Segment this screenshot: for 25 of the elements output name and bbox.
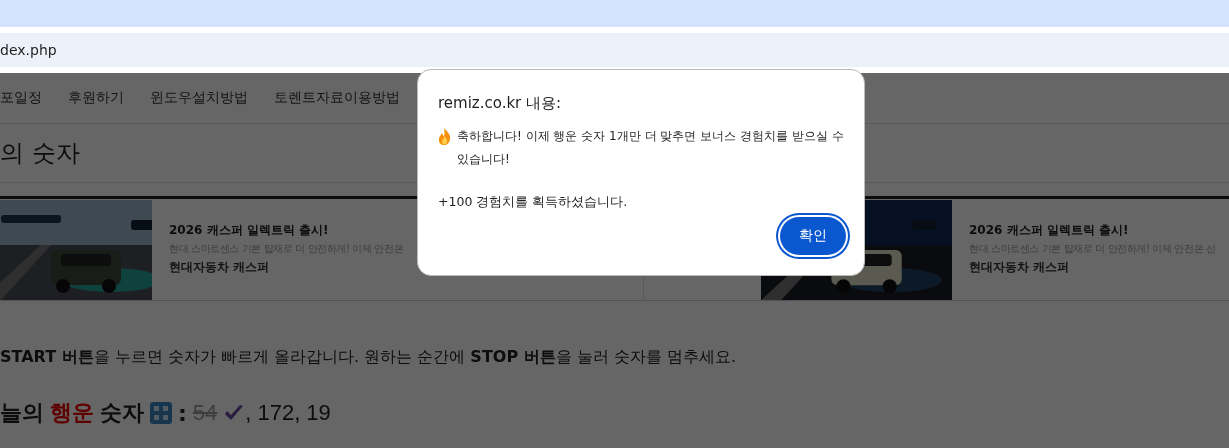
nav-link[interactable]: 후원하기	[68, 89, 124, 107]
nav-link[interactable]: 윈도우설치방법	[150, 89, 248, 107]
check-icon	[223, 404, 246, 422]
instruction-text: START 버튼을 누르면 숫자가 빠르게 올라갑니다. 원하는 순간에 STOP 버튼을 눌러 숫자를 멈추세요.	[0, 347, 738, 368]
lucky-number: 19	[306, 400, 331, 426]
nav-link[interactable]: 포일정	[0, 89, 42, 107]
lucky-number: 172	[257, 400, 295, 426]
dialog-message: +100 경험치를 획득하셨습니다.	[438, 194, 629, 211]
separator: ,	[245, 400, 252, 426]
ad-title[interactable]: 2026 캐스퍼 일렉트릭 출시!	[969, 222, 1216, 239]
lucky-label: 늘의	[0, 399, 44, 427]
fire-icon	[438, 128, 451, 145]
ad-brand: 현대자동차 캐스퍼	[169, 259, 271, 276]
separator: ,	[294, 400, 301, 426]
nav-link[interactable]: 토렌트자료이용방법	[274, 89, 400, 107]
address-text[interactable]: dex.php	[0, 42, 57, 58]
dialog-title: remiz.co.kr 내용:	[438, 94, 563, 113]
page-heading: 의 숫자	[0, 138, 80, 169]
ad-brand: 현대자동차 캐스퍼	[969, 259, 1071, 276]
ad-title[interactable]: 2026 캐스퍼 일렉트릭 출시!	[169, 222, 404, 239]
dialog-message: 축하합니다! 이제 행운 숫자 1개만 더 맞추면 보너스 경험치를 받으실 수 있습니다!	[457, 128, 844, 168]
numbers-icon	[150, 402, 172, 424]
lucky-label: 숫자	[100, 399, 144, 427]
lucky-highlight: 행운	[50, 399, 94, 427]
colon: :	[178, 400, 187, 426]
